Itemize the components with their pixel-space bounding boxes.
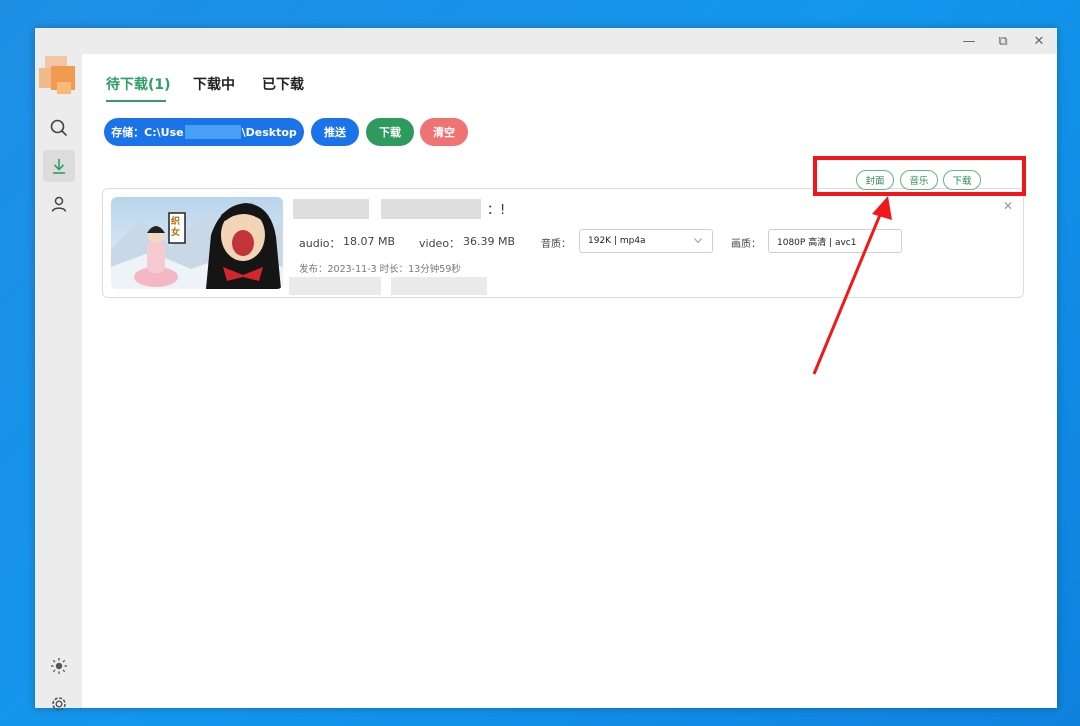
- annotation-arrow: [812, 196, 892, 375]
